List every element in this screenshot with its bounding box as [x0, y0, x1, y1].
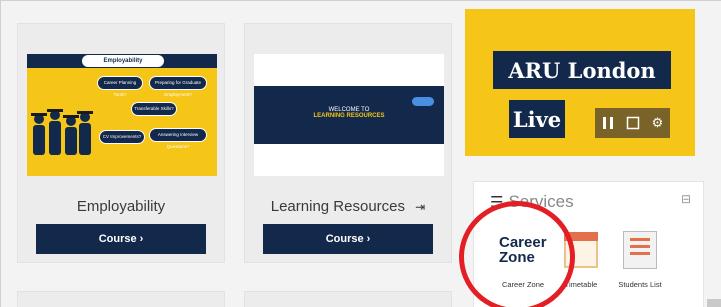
services-title: Services — [508, 192, 574, 211]
career-zone-logo: Career Zone — [499, 224, 547, 276]
service-label: Timetable — [564, 280, 598, 289]
live-title-line2: Live — [509, 100, 565, 138]
welcome-band: WELCOME TO LEARNING RESOURCES — [254, 86, 444, 144]
banner-heading: Employability — [82, 55, 164, 67]
collapse-icon[interactable]: ⊟ — [681, 192, 691, 206]
course-button-label: Course — [98, 233, 137, 245]
learning-resources-banner[interactable]: WELCOME TO LEARNING RESOURCES — [254, 54, 444, 176]
card-title-row: Learning Resources ⇥ — [245, 198, 451, 215]
scrollbar-thumb[interactable] — [707, 299, 721, 307]
welcome-line2: LEARNING RESOURCES — [313, 113, 385, 119]
chevron-right-icon: › — [139, 233, 144, 245]
dashboard: Employability Career Planning Tools? Pre… — [0, 0, 721, 307]
pill-career-planning: Career Planning Tools? — [97, 76, 143, 97]
employability-banner[interactable]: Employability Career Planning Tools? Pre… — [27, 54, 217, 176]
services-header: ☰ Services — [490, 192, 574, 212]
logo-line1: Career — [499, 234, 547, 251]
settings-icon[interactable]: ⚙ — [648, 113, 668, 133]
pill-graduate-employment: Preparing for Graduate Employment? — [149, 76, 207, 97]
enter-icon[interactable]: ⇥ — [415, 200, 425, 214]
graduates-illustration — [31, 109, 93, 155]
service-career-zone[interactable]: Career Zone Career Zone — [498, 224, 548, 289]
pill-transferable-skills: Transferable Skills? — [131, 102, 177, 116]
pill-cv-improvements: CV Improvements? — [99, 130, 145, 144]
card-title[interactable]: Employability — [18, 198, 224, 215]
course-card-employability: Employability Career Planning Tools? Pre… — [17, 23, 225, 263]
player-controls: ⚙ — [595, 108, 670, 138]
course-button[interactable]: Course › — [36, 224, 206, 254]
live-title-line1: ARU London — [493, 51, 671, 89]
services-panel: ☰ Services ⊟ Career Zone Career Zone Tim… — [473, 181, 704, 307]
card-title[interactable]: Learning Resources — [271, 198, 405, 215]
course-button-label: Course — [325, 233, 364, 245]
badge-icon — [412, 97, 434, 106]
course-card-partial — [244, 291, 452, 307]
calendar-icon — [557, 224, 605, 276]
pill-interview-questions: Answering Interview Questions? — [149, 128, 207, 149]
chevron-right-icon: › — [366, 233, 371, 245]
live-player: ARU London Live ⚙ — [465, 9, 695, 156]
student-list-icon — [616, 224, 664, 276]
course-card-learning-resources: WELCOME TO LEARNING RESOURCES Learning R… — [244, 23, 452, 263]
logo-line2: Zone — [499, 249, 535, 266]
service-students-list[interactable]: Students List — [615, 224, 665, 289]
course-card-partial — [17, 291, 225, 307]
service-label: Career Zone — [501, 280, 545, 289]
menu-icon: ☰ — [490, 194, 504, 211]
pause-icon[interactable] — [598, 113, 618, 133]
service-timetable[interactable]: Timetable — [556, 224, 606, 289]
course-button[interactable]: Course › — [263, 224, 433, 254]
stop-icon[interactable] — [623, 113, 643, 133]
service-label: Students List — [618, 280, 662, 289]
